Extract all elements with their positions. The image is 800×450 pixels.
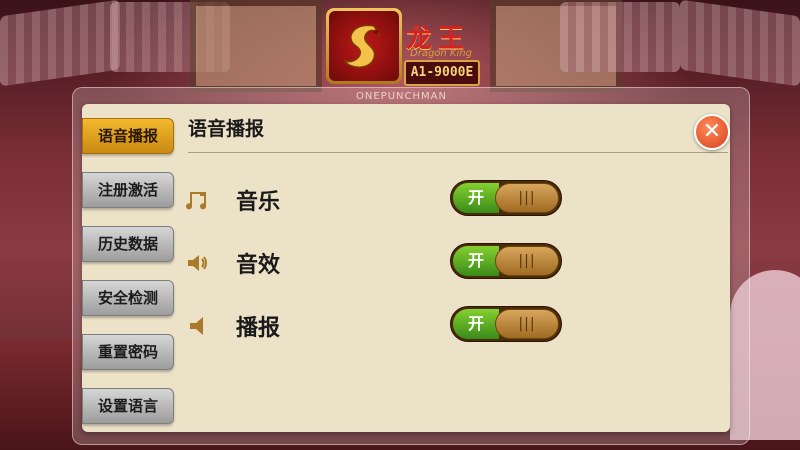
title-divider: [188, 152, 728, 153]
settings-dialog: 语音播报 注册激活 历史数据 安全检测 重置密码 设置语言 语音播报 ✕ 音乐 …: [82, 104, 730, 432]
broadcast-toggle[interactable]: 开 |||: [450, 306, 562, 342]
dragon-emblem: [326, 8, 402, 84]
tab-label: 设置语言: [97, 397, 158, 415]
arena-screen-left: [190, 0, 322, 92]
speaker-broadcast-icon: [190, 317, 203, 335]
setting-row-sound-effects: 音效 开 |||: [186, 243, 666, 283]
tab-set-language[interactable]: 设置语言: [82, 388, 174, 424]
close-icon: ✕: [702, 119, 722, 144]
tab-label: 语音播报: [97, 127, 158, 145]
toggle-knob[interactable]: |||: [495, 309, 559, 339]
tab-register-activate[interactable]: 注册激活: [82, 172, 174, 208]
tab-history-data[interactable]: 历史数据: [82, 226, 174, 262]
close-button[interactable]: ✕: [694, 114, 730, 150]
toggle-state-label: 开: [453, 183, 499, 213]
music-toggle[interactable]: 开 |||: [450, 180, 562, 216]
stands-right: [560, 2, 680, 72]
music-note-icon: [186, 192, 207, 210]
stands-left: [0, 0, 120, 87]
setting-row-broadcast: 播报 开 |||: [186, 306, 666, 346]
tab-security-check[interactable]: 安全检测: [82, 280, 174, 316]
setting-label-music: 音乐: [236, 190, 281, 215]
toggle-state-label: 开: [453, 246, 499, 276]
panel-title: 语音播报: [188, 118, 265, 140]
tab-label: 重置密码: [97, 343, 158, 361]
brand-model-code: A1-9000E: [404, 60, 480, 86]
tab-label: 历史数据: [97, 235, 158, 253]
toggle-state-label: 开: [453, 309, 499, 339]
tab-label: 注册激活: [97, 181, 158, 199]
speaker-icon: [188, 255, 207, 271]
setting-label-sound-effects: 音效: [236, 253, 281, 278]
toggle-knob[interactable]: |||: [495, 183, 559, 213]
tab-label: 安全检测: [97, 289, 158, 307]
stands-right-2: [680, 0, 800, 87]
tab-voice-broadcast[interactable]: 语音播报: [82, 118, 174, 154]
brand-english-name: Dragon King: [410, 48, 472, 59]
dragon-icon: [343, 24, 381, 68]
setting-row-music: 音乐 开 |||: [186, 180, 666, 220]
game-logo: 龙王 Dragon King A1-9000E: [326, 8, 480, 88]
sound-effects-toggle[interactable]: 开 |||: [450, 243, 562, 279]
setting-label-broadcast: 播报: [236, 316, 281, 341]
tab-reset-password[interactable]: 重置密码: [82, 334, 174, 370]
toggle-knob[interactable]: |||: [495, 246, 559, 276]
